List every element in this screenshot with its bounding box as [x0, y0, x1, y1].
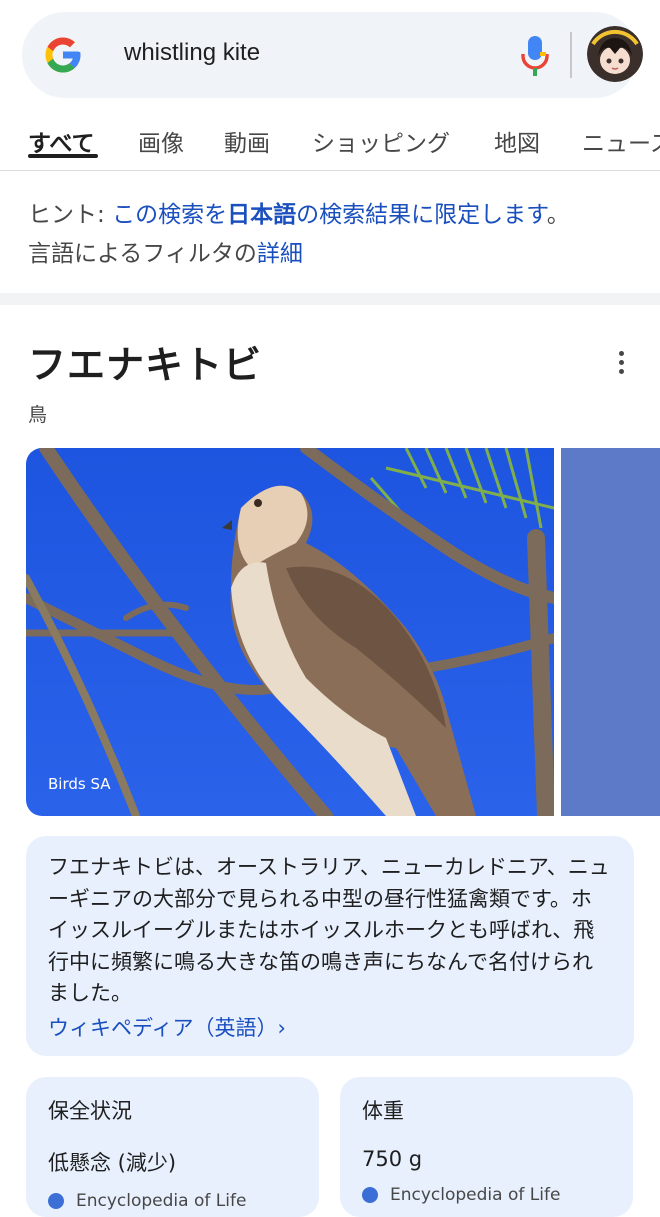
fact-value: 低懸念 (減少): [48, 1151, 177, 1175]
knowledge-panel-title: フエナキトビ: [28, 343, 263, 387]
fact-card-weight[interactable]: 体重 750 g Encyclopedia of Life: [340, 1077, 633, 1217]
second-photo[interactable]: [561, 448, 660, 816]
hint-filter-text: 言語によるフィルタの: [28, 241, 257, 267]
hint-details-link[interactable]: 詳細: [257, 241, 303, 267]
hint-prefix: ヒント:: [28, 202, 113, 228]
description-card: フエナキトビは、オーストラリア、ニューカレドニア、ニューギニアの大部分で見られる…: [26, 836, 634, 1056]
wikipedia-link[interactable]: ウィキペディア（英語）›: [48, 1012, 286, 1042]
fact-card-conservation[interactable]: 保全状況 低懸念 (減少) Encyclopedia of Life: [26, 1077, 319, 1217]
tab-shopping[interactable]: ショッピング: [312, 124, 450, 158]
fact-label: 体重: [362, 1099, 404, 1123]
knowledge-panel-subtitle: 鳥: [28, 404, 48, 426]
tab-all[interactable]: すべて: [28, 124, 94, 158]
tab-videos[interactable]: 動画: [224, 124, 270, 158]
search-tabs: すべて 画像 動画 ショッピング 地図 ニュース: [0, 112, 660, 168]
description-text: フエナキトビは、オーストラリア、ニューカレドニア、ニューギニアの大部分で見られる…: [48, 855, 610, 1005]
search-input[interactable]: whistling kite: [124, 39, 260, 67]
tab-images[interactable]: 画像: [138, 124, 184, 158]
fact-source: Encyclopedia of Life: [362, 1185, 611, 1205]
microphone-icon[interactable]: [518, 34, 552, 80]
hint-restrict-link[interactable]: この検索を日本語の検索結果に限定します: [112, 202, 547, 228]
language-hint: ヒント: この検索を日本語の検索結果に限定します。 言語によるフィルタの詳細: [28, 202, 570, 267]
active-tab-indicator: [28, 154, 98, 158]
google-logo-icon: [45, 37, 81, 73]
section-separator: [0, 293, 660, 305]
searchbar-divider: [570, 32, 572, 78]
account-avatar[interactable]: [587, 26, 643, 82]
fact-source: Encyclopedia of Life: [48, 1191, 297, 1211]
fact-value: 750 g: [362, 1147, 423, 1171]
search-bar[interactable]: whistling kite: [22, 12, 643, 98]
more-options-icon[interactable]: [606, 348, 636, 378]
tab-maps[interactable]: 地図: [494, 124, 540, 158]
tabs-divider: [0, 170, 660, 171]
fact-label: 保全状況: [48, 1099, 132, 1123]
globe-icon: [48, 1193, 64, 1209]
bird-photo[interactable]: [26, 448, 554, 816]
globe-icon: [362, 1187, 378, 1203]
photo-credit: Birds SA: [48, 775, 111, 793]
tab-news[interactable]: ニュース: [582, 124, 660, 158]
